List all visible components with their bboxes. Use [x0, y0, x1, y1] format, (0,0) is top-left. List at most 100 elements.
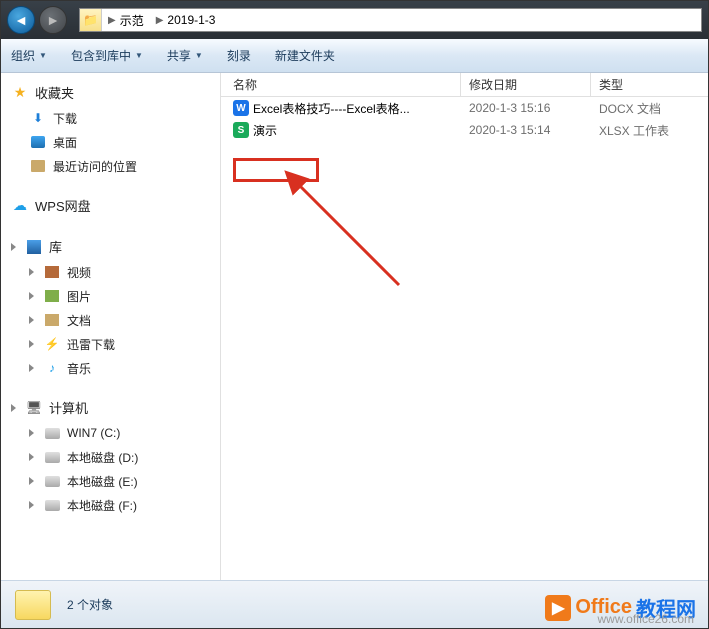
file-type: XLSX 工作表 — [591, 122, 708, 139]
file-type-icon: S — [233, 122, 249, 138]
chevron-down-icon: ▼ — [195, 51, 203, 60]
toolbar-label: 共享 — [167, 47, 191, 64]
toolbar-label: 包含到库中 — [71, 47, 131, 64]
desktop-icon — [29, 133, 47, 151]
sidebar-item-music[interactable]: ♪ 音乐 — [25, 356, 220, 380]
drive-icon — [43, 496, 61, 514]
breadcrumb-seg2[interactable]: ▶2019-1-3 — [150, 13, 222, 27]
sidebar-item-pictures[interactable]: 图片 — [25, 284, 220, 308]
sidebar-item-label: 本地磁盘 (D:) — [67, 449, 138, 466]
column-label: 类型 — [599, 76, 623, 93]
back-button[interactable]: ◄ — [7, 6, 35, 34]
sidebar-item-recent[interactable]: 最近访问的位置 — [25, 154, 220, 178]
group-label: WPS网盘 — [35, 196, 91, 215]
group-label: 收藏夹 — [35, 83, 74, 102]
thunder-icon: ⚡ — [43, 335, 61, 353]
column-headers: 名称 修改日期 类型 — [221, 73, 708, 97]
breadcrumb-seg1[interactable]: ▶示范 — [102, 12, 150, 29]
document-icon — [43, 311, 61, 329]
wps-group[interactable]: ☁ WPS网盘 — [5, 192, 220, 219]
command-toolbar: 组织▼ 包含到库中 ▼ 共享 ▼ 刻录 新建文件夹 — [1, 39, 708, 73]
file-type: DOCX 文档 — [591, 100, 708, 117]
drive-icon — [43, 448, 61, 466]
sidebar-item-label: WIN7 (C:) — [67, 426, 120, 440]
sidebar-item-desktop[interactable]: 桌面 — [25, 130, 220, 154]
sidebar-item-label: 图片 — [67, 288, 91, 305]
expand-icon — [29, 316, 34, 324]
file-type-icon: W — [233, 100, 249, 116]
toolbar-label: 刻录 — [227, 47, 251, 64]
file-name: 演示 — [253, 122, 277, 139]
download-icon: ⬇ — [29, 109, 47, 127]
include-in-library-menu[interactable]: 包含到库中 ▼ — [71, 47, 143, 64]
expand-icon — [29, 501, 34, 509]
folder-icon: 📁 — [80, 9, 102, 31]
column-header-date[interactable]: 修改日期 — [461, 73, 591, 96]
computer-icon: 🖥 — [25, 399, 43, 417]
expand-icon — [29, 364, 34, 372]
new-folder-button[interactable]: 新建文件夹 — [275, 47, 335, 64]
chevron-right-icon: ▶ — [108, 15, 116, 26]
expand-icon — [29, 453, 34, 461]
toolbar-label: 组织 — [11, 47, 35, 64]
sidebar-item-label: 视频 — [67, 264, 91, 281]
file-date: 2020-1-3 15:14 — [461, 123, 591, 137]
address-bar[interactable]: 📁 ▶示范 ▶2019-1-3 — [79, 8, 702, 32]
computer-group[interactable]: 🖥 计算机 — [5, 394, 220, 421]
sidebar-item-label: 文档 — [67, 312, 91, 329]
file-row[interactable]: WExcel表格技巧----Excel表格...2020-1-3 15:16DO… — [221, 97, 708, 119]
sidebar-item-videos[interactable]: 视频 — [25, 260, 220, 284]
sidebar-item-thunder[interactable]: ⚡ 迅雷下载 — [25, 332, 220, 356]
navigation-bar: ◄ ► 📁 ▶示范 ▶2019-1-3 — [1, 1, 708, 39]
chevron-right-icon: ▶ — [156, 15, 164, 26]
share-menu[interactable]: 共享 ▼ — [167, 47, 203, 64]
sidebar-item-label: 最近访问的位置 — [53, 158, 137, 175]
column-label: 修改日期 — [469, 76, 517, 93]
sidebar-item-drive-d[interactable]: 本地磁盘 (D:) — [25, 445, 220, 469]
file-row[interactable]: S演示 2020-1-3 15:14XLSX 工作表 — [221, 119, 708, 141]
folder-large-icon — [15, 590, 51, 620]
sidebar-item-label: 桌面 — [53, 134, 77, 151]
libraries-group[interactable]: 库 — [5, 233, 220, 260]
column-header-name[interactable]: 名称 — [221, 73, 461, 96]
star-icon: ★ — [11, 84, 29, 102]
burn-button[interactable]: 刻录 — [227, 47, 251, 64]
toolbar-label: 新建文件夹 — [275, 47, 335, 64]
watermark-icon: ▶ — [545, 595, 571, 621]
library-icon — [25, 238, 43, 256]
group-label: 库 — [49, 237, 62, 256]
sidebar-item-drive-e[interactable]: 本地磁盘 (E:) — [25, 469, 220, 493]
expand-icon — [11, 243, 16, 251]
watermark-url: www.office26.com — [598, 612, 695, 626]
sidebar-item-label: 音乐 — [67, 360, 91, 377]
drive-icon — [43, 424, 61, 442]
expand-icon — [29, 340, 34, 348]
favorites-group[interactable]: ★ 收藏夹 — [5, 79, 220, 106]
file-list-pane: 名称 修改日期 类型 WExcel表格技巧----Excel表格...2020-… — [221, 73, 708, 580]
expand-icon — [29, 477, 34, 485]
arrow-right-icon: ► — [46, 12, 60, 28]
group-label: 计算机 — [49, 398, 88, 417]
column-label: 名称 — [233, 76, 257, 93]
status-text: 2 个对象 — [67, 596, 113, 613]
chevron-down-icon: ▼ — [135, 51, 143, 60]
expand-icon — [29, 429, 34, 437]
sidebar-item-label: 下载 — [53, 110, 77, 127]
column-header-type[interactable]: 类型 — [591, 73, 708, 96]
file-date: 2020-1-3 15:16 — [461, 101, 591, 115]
sidebar-item-documents[interactable]: 文档 — [25, 308, 220, 332]
music-icon: ♪ — [43, 359, 61, 377]
picture-icon — [43, 287, 61, 305]
sidebar-item-downloads[interactable]: ⬇ 下载 — [25, 106, 220, 130]
sidebar-item-drive-c[interactable]: WIN7 (C:) — [25, 421, 220, 445]
forward-button[interactable]: ► — [39, 6, 67, 34]
organize-menu[interactable]: 组织▼ — [11, 47, 47, 64]
sidebar-item-label: 迅雷下载 — [67, 336, 115, 353]
video-icon — [43, 263, 61, 281]
cloud-icon: ☁ — [11, 197, 29, 215]
expand-icon — [11, 404, 16, 412]
arrow-left-icon: ◄ — [14, 12, 28, 28]
navigation-pane: ★ 收藏夹 ⬇ 下载 桌面 最近访问的位置 ☁ WPS网盘 库 视频 图片 文档 ⚡ 迅… — [1, 73, 221, 580]
sidebar-item-label: 本地磁盘 (E:) — [67, 473, 138, 490]
sidebar-item-drive-f[interactable]: 本地磁盘 (F:) — [25, 493, 220, 517]
